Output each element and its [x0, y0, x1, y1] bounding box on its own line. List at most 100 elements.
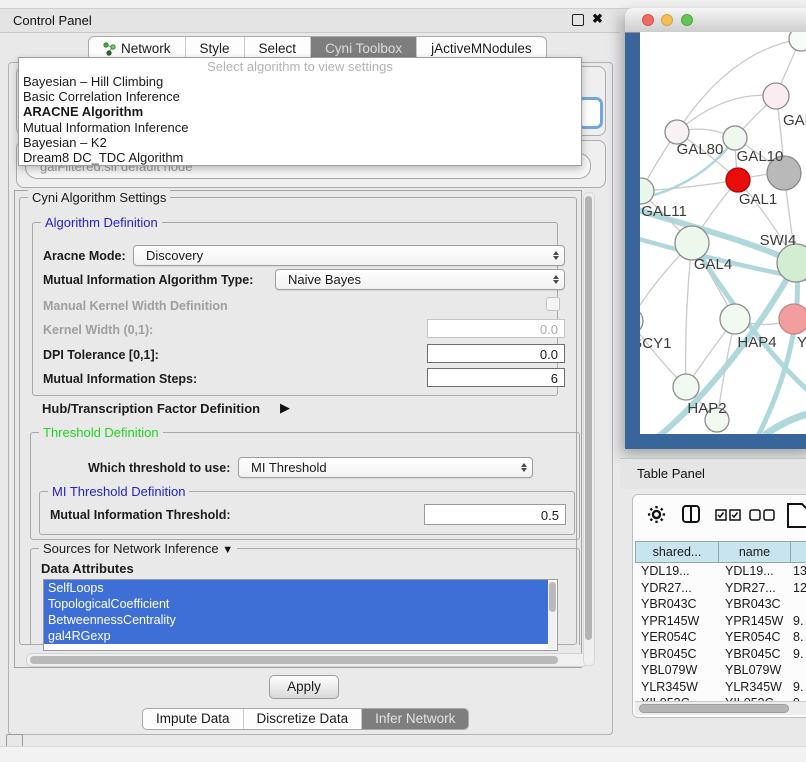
group-title: Algorithm Definition [41, 215, 162, 230]
select-all-checkboxes-icon[interactable] [715, 509, 742, 521]
mi-threshold-label: Mutual Information Threshold: [50, 508, 231, 522]
node-label: GAL1 [728, 191, 788, 208]
table-row[interactable]: YPR145W YPR145W 9. [635, 613, 806, 630]
node-label: SWI4 [748, 232, 806, 249]
expand-arrow-icon[interactable]: ▶ [280, 400, 290, 416]
settings-vertical-scrollbar[interactable] [583, 192, 595, 666]
table-row[interactable]: YDL19... YDL19... 13 [635, 563, 806, 580]
mi-algorithm-type-combo[interactable]: Naive Bayes [275, 269, 565, 290]
kernel-width-label: Kernel Width (0,1): [43, 323, 153, 337]
group-title: Threshold Definition [39, 425, 163, 440]
list-item[interactable]: gal4RGexp [44, 628, 548, 644]
mi-threshold-field[interactable]: 0.5 [424, 504, 566, 525]
stepper-icon [553, 251, 559, 261]
apply-button[interactable]: Apply [269, 675, 339, 699]
list-item[interactable]: BetweennessCentrality [44, 612, 548, 628]
mi-steps-label: Mutual Information Steps: [43, 372, 197, 386]
table-header-row: shared... name A [635, 541, 806, 563]
tab-infer-network[interactable]: Infer Network [361, 709, 468, 729]
node-label: GAL10 [730, 148, 790, 165]
threshold-definition-group: Threshold Definition Which threshold to … [30, 432, 580, 540]
column-selector-icon[interactable] [681, 504, 701, 524]
dropdown-item-selected[interactable]: ARACNE Algorithm [19, 104, 581, 119]
horizontal-scrollbar[interactable] [26, 653, 588, 667]
manual-kernel-label: Manual Kernel Width Definition [43, 299, 228, 313]
dropdown-item[interactable]: Dream8 DC_TDC Algorithm [19, 150, 581, 165]
sources-group: Sources for Network Inference ▼ Data Att… [30, 548, 580, 645]
group-title: Sources for Network Inference ▼ [39, 541, 237, 556]
manual-kernel-checkbox[interactable] [546, 297, 560, 311]
node-label: HAP2 [677, 400, 737, 417]
clear-all-checkboxes-icon[interactable] [749, 509, 776, 521]
settings-scrollpane: Cyni Algorithm Settings Algorithm Defini… [14, 190, 582, 668]
group-title: MI Threshold Definition [48, 484, 189, 499]
list-item[interactable]: TopologicalCoefficient [44, 596, 548, 612]
dropdown-item[interactable]: Bayesian – Hill Climbing [19, 74, 581, 89]
mi-steps-field[interactable]: 6 [427, 368, 565, 387]
algorithm-definition-group: Algorithm Definition Aracne Mode: Discov… [32, 222, 558, 396]
which-threshold-combo[interactable]: MI Threshold [238, 457, 533, 478]
mi-algorithm-type-label: Mutual Information Algorithm Type: [43, 273, 253, 287]
network-canvas[interactable]: GAL GAL80 GAL10 GAL1 GAL11 SWI4 GAL4 GCY… [640, 32, 806, 434]
kernel-width-field[interactable]: 0.0 [427, 319, 565, 338]
panel-title: Control Panel [13, 13, 92, 28]
column-header[interactable]: A [791, 541, 806, 563]
table-panel-titlebar: Table Panel [620, 458, 806, 489]
float-panel-icon[interactable] [572, 14, 584, 26]
status-bar [0, 746, 806, 762]
table-horizontal-scrollbar[interactable] [635, 701, 806, 715]
node-label: GAL [783, 112, 806, 129]
aracne-mode-label: Aracne Mode: [43, 249, 126, 263]
network-window-titlebar [625, 8, 806, 33]
aracne-mode-combo[interactable]: Discovery [133, 245, 565, 266]
table-row[interactable]: YER054C YER054C 8. [635, 629, 806, 646]
dropdown-item[interactable]: Basic Correlation Inference [19, 89, 581, 104]
column-header[interactable]: name [719, 541, 791, 563]
table-row[interactable]: YBL079W YBL079W [635, 662, 806, 679]
tab-discretize-data[interactable]: Discretize Data [243, 709, 362, 729]
collapse-arrow-icon[interactable]: ▼ [222, 544, 233, 556]
control-panel-titlebar: Control Panel ✖ [0, 9, 620, 33]
node-label: GCY1 [640, 335, 681, 352]
mi-threshold-group: MI Threshold Definition Mutual Informati… [39, 491, 575, 535]
table-panel-title: Table Panel [637, 466, 705, 481]
tab-label: Network [121, 41, 171, 56]
network-icon [103, 42, 116, 56]
table-panel: shared... name A YDL19... YDL19... 13 YD… [632, 494, 806, 718]
application-window: Control Panel ✖ Network Style Select Cyn… [0, 0, 806, 762]
algorithm-dropdown-popup: Select algorithm to view settings Bayesi… [18, 57, 582, 166]
node-label: GAL4 [683, 256, 743, 273]
tab-impute-data[interactable]: Impute Data [143, 709, 243, 729]
group-title: Cyni Algorithm Settings [28, 190, 170, 205]
data-attributes-label: Data Attributes [41, 561, 134, 576]
dpi-tolerance-label: DPI Tolerance [0,1]: [43, 348, 159, 362]
data-attributes-list: SelfLoops TopologicalCoefficient Between… [43, 579, 558, 651]
dropdown-item[interactable]: Bayesian – K2 [19, 135, 581, 150]
table-row[interactable]: YLR345W YLR345W 9. [635, 679, 806, 696]
list-item[interactable]: SelfLoops [44, 580, 548, 596]
dropdown-item[interactable]: Mutual Information Inference [19, 120, 581, 135]
zoom-window-button[interactable] [681, 14, 693, 26]
close-panel-icon[interactable]: ✖ [592, 11, 603, 27]
table-row[interactable]: YBR043C YBR043C [635, 596, 806, 613]
table-row[interactable]: YBR045C YBR045C 9. [635, 646, 806, 663]
hub-definition-label: Hub/Transcription Factor Definition [42, 401, 260, 416]
list-scrollbar[interactable] [548, 581, 556, 649]
dropdown-placeholder: Select algorithm to view settings [19, 58, 581, 74]
column-header[interactable]: shared... [635, 541, 719, 563]
gear-icon[interactable] [647, 505, 666, 524]
stepper-icon [521, 463, 527, 473]
new-table-icon[interactable] [786, 502, 806, 529]
cyni-algorithm-settings-group: Cyni Algorithm Settings Algorithm Defini… [19, 197, 577, 645]
table-row[interactable]: YDR27... YDR27... 12 [635, 580, 806, 597]
bottom-tabbar: Impute Data Discretize Data Infer Networ… [142, 708, 469, 730]
minimize-window-button[interactable] [661, 14, 673, 26]
node-label: GAL80 [670, 141, 730, 158]
close-window-button[interactable] [642, 14, 654, 26]
node-label: HAP4 [727, 334, 787, 351]
which-threshold-label: Which threshold to use: [88, 461, 230, 475]
stepper-icon [553, 275, 559, 285]
node-label: Y [797, 334, 806, 351]
dpi-tolerance-field[interactable]: 0.0 [427, 344, 565, 363]
node-label: GAL11 [640, 203, 694, 220]
